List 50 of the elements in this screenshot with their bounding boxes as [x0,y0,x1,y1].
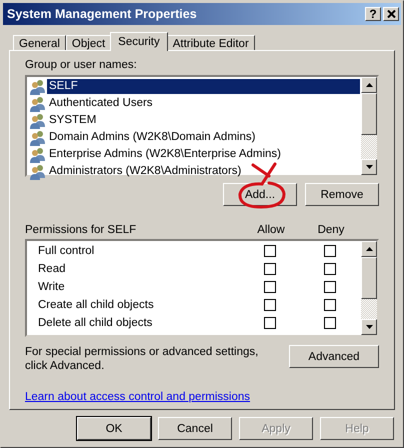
users-icon [29,146,47,162]
dialog-button[interactable]: OK [77,417,151,440]
permission-name: Write [38,281,66,293]
checkbox[interactable] [324,263,336,275]
down-arrow-icon [366,325,372,329]
list-label: Group or user names: [25,59,138,71]
tab[interactable]: Object [66,35,112,51]
up-arrow-icon [366,83,372,87]
advanced-note: For special permissions or advanced settings, click Advanced. [25,345,260,373]
checkbox[interactable] [264,263,276,275]
users-icon [29,130,47,146]
permissions-label: Permissions for SELF [25,224,138,236]
users-icon [29,164,47,180]
advanced-button[interactable]: Advanced [289,345,379,368]
tab[interactable]: General [13,35,66,51]
user-list-item[interactable]: Domain Admins (W2K8\Domain Admins) [28,129,360,146]
checkbox[interactable] [264,245,276,257]
scrollbar[interactable] [361,77,377,175]
remove-button[interactable]: Remove [305,183,379,206]
permission-name: Create all child objects [38,299,155,311]
help-button[interactable]: ? [365,7,381,21]
column-header: Deny [316,224,346,236]
checkbox[interactable] [264,299,276,311]
checkbox[interactable] [324,245,336,257]
up-arrow-icon [366,247,372,251]
user-list-item[interactable]: SYSTEM [28,112,360,129]
scrollbar[interactable] [361,241,377,335]
close-icon [386,10,396,18]
users-icon [29,96,47,112]
permission-name: Delete all child objects [38,317,154,329]
user-list-item[interactable]: Enterprise Admins (W2K8\Enterprise Admins) [28,146,360,163]
checkbox[interactable] [324,281,336,293]
close-button[interactable] [383,7,399,21]
user-list-item[interactable]: Authenticated Users [28,95,360,112]
column-header: Allow [256,224,286,236]
dialog-button[interactable]: Cancel [158,417,232,440]
checkbox[interactable] [264,281,276,293]
users-icon [29,78,47,94]
checkbox[interactable] [264,317,276,329]
checkbox[interactable] [324,317,336,329]
user-list-item[interactable]: Administrators (W2K8\Administrators) [28,163,360,180]
permission-name: Full control [38,245,96,257]
users-icon [29,112,47,128]
tab[interactable]: Attribute Editor [166,35,255,51]
permission-name: Read [38,263,66,275]
checkbox[interactable] [324,299,336,311]
down-arrow-icon [366,165,372,169]
tab[interactable]: Security [110,32,168,51]
help-link[interactable]: Learn about access control and permissions [25,391,250,403]
window-title: System Management Properties [7,7,198,21]
